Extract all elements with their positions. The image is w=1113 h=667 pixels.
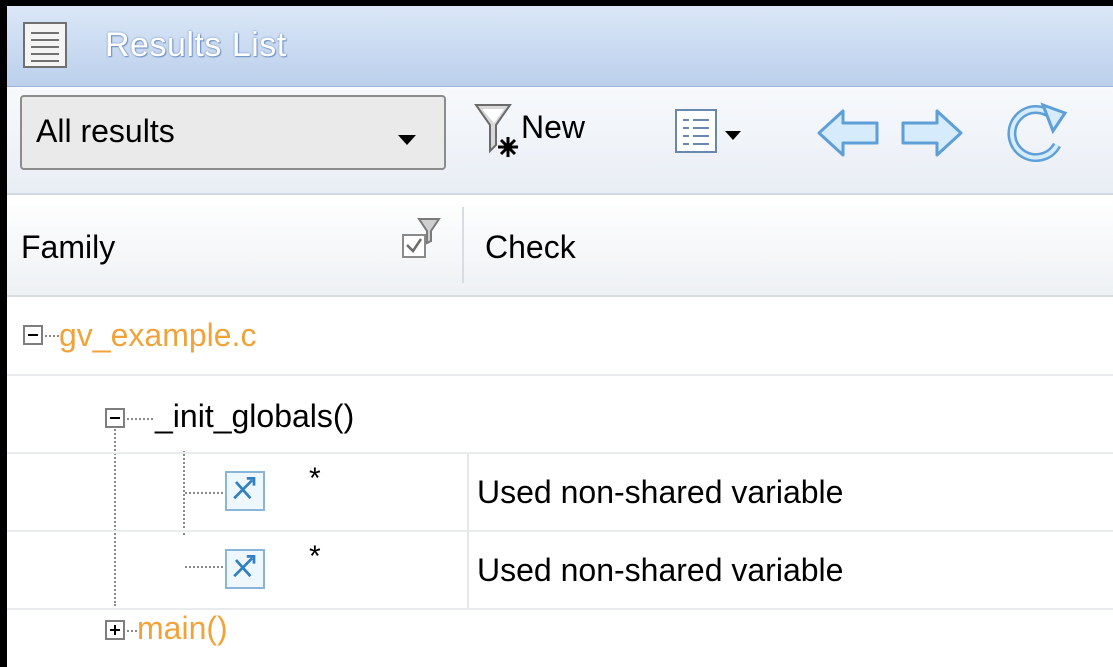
previous-arrow-icon[interactable] xyxy=(815,107,881,159)
results-filter-dropdown[interactable]: All results xyxy=(20,95,446,170)
column-separator[interactable] xyxy=(462,207,464,283)
new-filter-funnel-icon[interactable] xyxy=(474,101,518,159)
check-name: Used non-shared variable xyxy=(477,552,844,588)
column-check-header[interactable]: Check xyxy=(485,229,576,266)
result-marker: * xyxy=(309,540,321,573)
column-header: Family Check xyxy=(7,195,1113,297)
defect-icon xyxy=(225,549,265,589)
column-list-icon[interactable] xyxy=(675,109,717,153)
panel-title: Results List xyxy=(105,26,287,64)
cell-separator xyxy=(467,454,469,530)
result-row[interactable]: * Used non-shared variable xyxy=(7,532,1113,610)
next-arrow-icon[interactable] xyxy=(899,107,965,159)
function-name: main() xyxy=(137,610,228,646)
new-filter-button[interactable]: New xyxy=(521,109,585,146)
check-name: Used non-shared variable xyxy=(477,474,844,510)
result-marker: * xyxy=(309,462,321,495)
column-filter-icon[interactable] xyxy=(401,217,441,269)
result-row[interactable]: * Used non-shared variable xyxy=(7,454,1113,532)
results-list-panel: Results List All results New Family Chec… xyxy=(7,6,1113,667)
refresh-icon[interactable] xyxy=(1005,101,1069,165)
results-list-icon xyxy=(23,22,67,68)
defect-icon xyxy=(225,471,265,511)
tree-row-function[interactable]: main() xyxy=(7,610,1113,667)
dropdown-arrow-icon xyxy=(398,135,416,145)
column-family-header[interactable]: Family xyxy=(21,229,115,266)
file-name: gv_example.c xyxy=(59,317,257,353)
cell-separator xyxy=(467,532,469,608)
results-filter-value: All results xyxy=(36,113,175,149)
title-bar: Results List xyxy=(7,6,1113,87)
collapse-icon[interactable] xyxy=(23,325,43,345)
tree-row-function[interactable]: _init_globals() xyxy=(7,376,1113,454)
collapse-icon[interactable] xyxy=(105,408,125,428)
function-name: _init_globals() xyxy=(155,398,355,434)
expand-icon[interactable] xyxy=(105,620,125,640)
tree-row-file[interactable]: gv_example.c xyxy=(7,298,1113,376)
column-menu-arrow-icon[interactable] xyxy=(725,131,741,140)
toolbar: All results New xyxy=(7,87,1113,195)
